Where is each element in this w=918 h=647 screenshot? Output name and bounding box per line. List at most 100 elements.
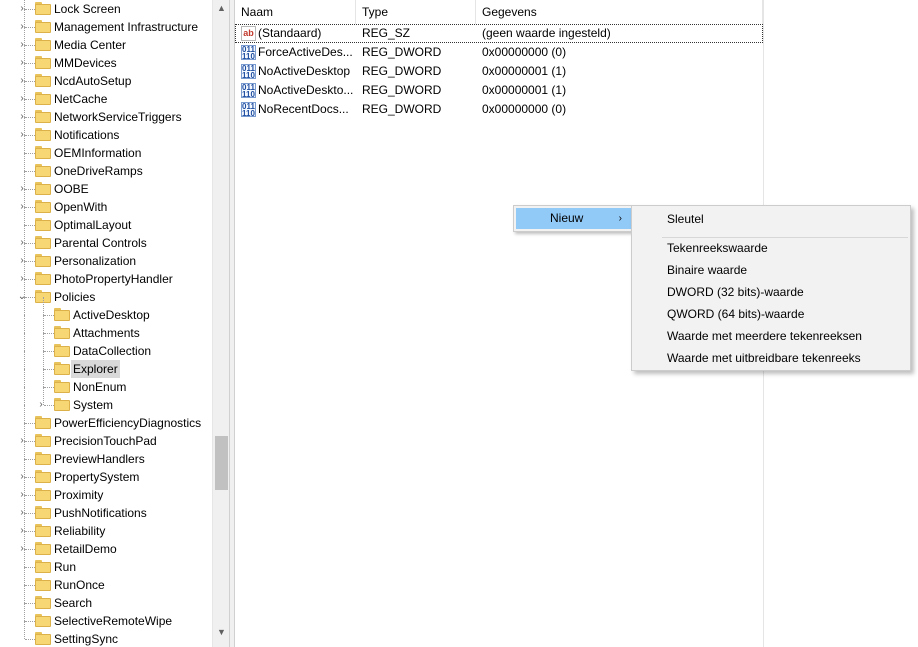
tree-item-label: Search	[54, 596, 93, 610]
tree-guide-line	[24, 297, 25, 315]
tree-item[interactable]: NonEnum	[0, 369, 212, 396]
expand-chevron-icon[interactable]: ›	[16, 522, 28, 540]
expand-chevron-icon[interactable]: ›	[16, 234, 28, 252]
tree-item[interactable]: OptimalLayout	[0, 207, 212, 234]
column-header-type[interactable]: Type	[356, 0, 476, 24]
expand-chevron-icon[interactable]: ›	[16, 486, 28, 504]
tree-item[interactable]: OneDriveRamps	[0, 153, 212, 180]
tree-item[interactable]: › OOBE	[0, 171, 212, 198]
tree-item[interactable]: › Reliability	[0, 513, 212, 540]
tree-item[interactable]: Attachments	[0, 315, 212, 342]
expand-chevron-icon[interactable]: ›	[16, 198, 28, 216]
submenu-item-value-type[interactable]: Binaire waarde	[634, 259, 908, 281]
tree-item[interactable]: Explorer	[0, 351, 212, 378]
folder-icon	[35, 596, 51, 609]
value-row[interactable]: 011 110 ForceActiveDes... REG_DWORD 0x00000…	[235, 43, 763, 62]
scroll-up-arrow-icon[interactable]: ▲	[213, 0, 230, 17]
expand-chevron-icon	[16, 414, 28, 432]
column-header-data[interactable]: Gegevens	[476, 0, 763, 24]
expand-chevron-icon[interactable]: ›	[16, 540, 28, 558]
folder-icon	[35, 38, 51, 51]
tree-item[interactable]: › NetworkServiceTriggers	[0, 99, 212, 126]
tree-item[interactable]: ⌄ Policies	[0, 279, 212, 306]
tree-item[interactable]: › NetCache	[0, 81, 212, 108]
tree-item[interactable]: Run	[0, 549, 212, 576]
tree-item[interactable]: › RetailDemo	[0, 531, 212, 558]
tree-item[interactable]: SelectiveRemoteWipe	[0, 603, 212, 630]
value-data: 0x00000001 (1)	[482, 64, 567, 78]
expand-chevron-icon[interactable]: ›	[16, 504, 28, 522]
menu-item-new[interactable]: Nieuw ›	[516, 208, 631, 229]
tree-item[interactable]: › System	[0, 387, 212, 414]
tree-item[interactable]: › Lock Screen	[0, 0, 212, 18]
tree-item[interactable]: ActiveDesktop	[0, 297, 212, 324]
tree-item[interactable]: › Management Infrastructure	[0, 9, 212, 36]
tree-item[interactable]: › Personalization	[0, 243, 212, 270]
expand-chevron-icon[interactable]: ›	[35, 396, 47, 414]
scroll-down-arrow-icon[interactable]: ▼	[213, 624, 230, 641]
value-row[interactable]: 011 110 NoRecentDocs... REG_DWORD 0x0000000…	[235, 100, 763, 119]
tree-item[interactable]: › Parental Controls	[0, 225, 212, 252]
folder-icon	[35, 200, 51, 213]
collapse-chevron-icon[interactable]: ⌄	[16, 288, 28, 306]
tree-item-label: Run	[54, 560, 77, 574]
expand-chevron-icon[interactable]: ›	[16, 36, 28, 54]
submenu-item-value-type[interactable]: QWORD (64 bits)-waarde	[634, 303, 908, 325]
registry-key-tree[interactable]: › Lock Screen › Management Infrastructure › M…	[0, 0, 212, 647]
folder-icon	[35, 272, 51, 285]
value-row[interactable]: 011 110 NoActiveDeskto... REG_DWORD 0x00000…	[235, 81, 763, 100]
tree-item-label: PrecisionTouchPad	[54, 434, 157, 448]
tree-item[interactable]: OEMInformation	[0, 135, 212, 162]
tree-item[interactable]: › Notifications	[0, 117, 212, 144]
tree-item[interactable]: › OpenWith	[0, 189, 212, 216]
value-type: REG_DWORD	[362, 45, 442, 59]
folder-icon	[35, 164, 51, 177]
expand-chevron-icon[interactable]: ›	[16, 252, 28, 270]
tree-item[interactable]: › PropertySystem	[0, 459, 212, 486]
expand-chevron-icon	[35, 360, 47, 378]
folder-icon	[54, 326, 70, 339]
expand-chevron-icon[interactable]: ›	[16, 108, 28, 126]
tree-item[interactable]: SettingSync	[0, 621, 212, 647]
tree-item[interactable]: PreviewHandlers	[0, 441, 212, 468]
expand-chevron-icon[interactable]: ›	[16, 0, 28, 18]
tree-item-label: PushNotifications	[54, 506, 147, 520]
expand-chevron-icon[interactable]: ›	[16, 72, 28, 90]
expand-chevron-icon[interactable]: ›	[16, 90, 28, 108]
submenu-item-value-type[interactable]: Tekenreekswaarde	[634, 237, 908, 259]
binary-value-icon: 011 110	[241, 102, 256, 118]
expand-chevron-icon[interactable]: ›	[16, 270, 28, 288]
tree-item[interactable]: DataCollection	[0, 333, 212, 360]
submenu-item-key[interactable]: Sleutel	[634, 208, 908, 230]
expand-chevron-icon[interactable]: ›	[16, 126, 28, 144]
tree-guide-line	[24, 333, 25, 351]
tree-item[interactable]: › PushNotifications	[0, 495, 212, 522]
expand-chevron-icon[interactable]: ›	[16, 432, 28, 450]
value-name: NoActiveDeskto...	[258, 83, 354, 97]
expand-chevron-icon[interactable]: ›	[16, 180, 28, 198]
submenu-item-value-type[interactable]: Waarde met meerdere tekenreeksen	[634, 325, 908, 347]
value-row[interactable]: 011 110 NoActiveDesktop REG_DWORD 0x0000000…	[235, 62, 763, 81]
folder-icon	[35, 452, 51, 465]
tree-item[interactable]: › Media Center	[0, 27, 212, 54]
tree-item[interactable]: RunOnce	[0, 567, 212, 594]
tree-item[interactable]: Search	[0, 585, 212, 612]
scroll-thumb[interactable]	[215, 436, 228, 490]
tree-item[interactable]: › PrecisionTouchPad	[0, 423, 212, 450]
tree-item[interactable]: › MMDevices	[0, 45, 212, 72]
expand-chevron-icon[interactable]: ›	[16, 18, 28, 36]
tree-item-label: PreviewHandlers	[54, 452, 145, 466]
column-header-name[interactable]: Naam	[235, 0, 356, 24]
expand-chevron-icon[interactable]: ›	[16, 468, 28, 486]
submenu-item-value-type[interactable]: Waarde met uitbreidbare tekenreeks	[634, 347, 908, 369]
tree-scrollbar[interactable]: ▲ ▼	[212, 0, 229, 647]
tree-item[interactable]: › Proximity	[0, 477, 212, 504]
submenu-item-value-type[interactable]: DWORD (32 bits)-waarde	[634, 281, 908, 303]
expand-chevron-icon[interactable]: ›	[16, 54, 28, 72]
tree-item[interactable]: › NcdAutoSetup	[0, 63, 212, 90]
tree-item[interactable]: PowerEfficiencyDiagnostics	[0, 405, 212, 432]
binary-value-icon: 011 110	[241, 45, 256, 61]
value-row[interactable]: ab (Standaard) REG_SZ (geen waarde ingestel…	[235, 24, 763, 43]
tree-item[interactable]: › PhotoPropertyHandler	[0, 261, 212, 288]
tree-item-label: PhotoPropertyHandler	[54, 272, 173, 286]
